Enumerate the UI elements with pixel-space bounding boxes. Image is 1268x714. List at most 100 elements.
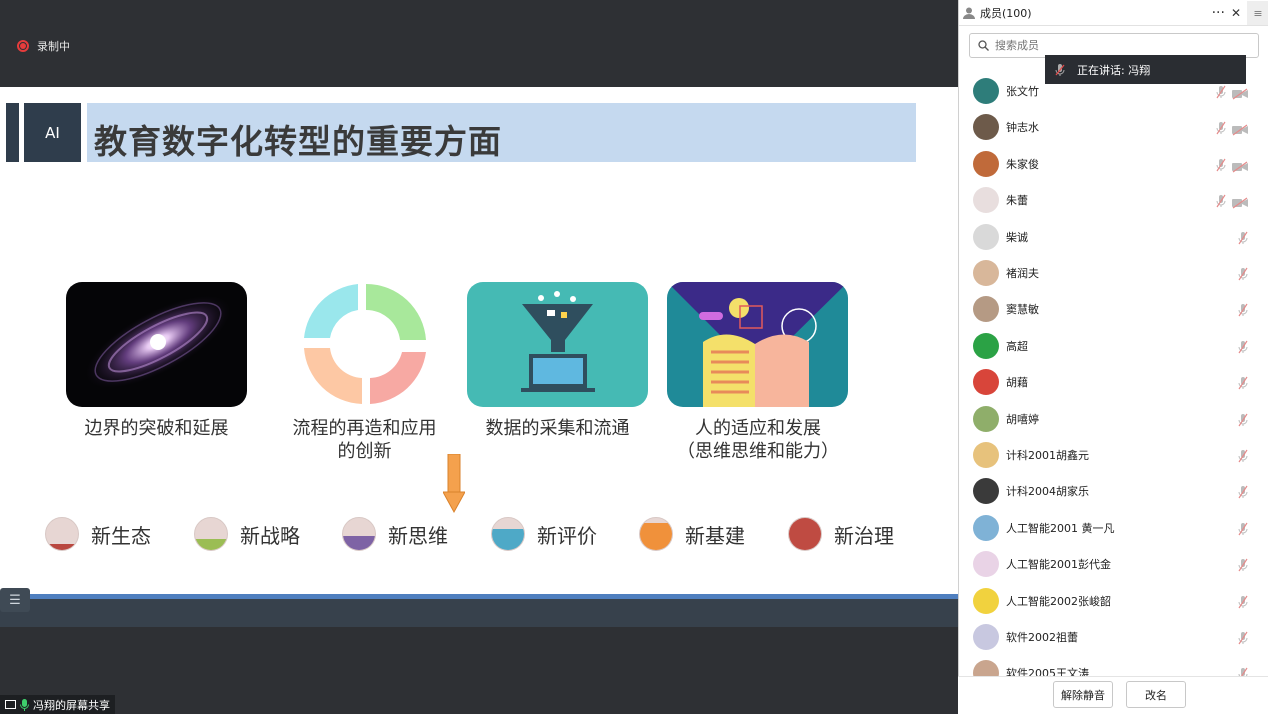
member-name: 软件2002祖蕾 <box>1006 631 1078 644</box>
pill-ball <box>194 517 228 551</box>
mic-muted-icon[interactable] <box>1236 521 1250 536</box>
member-list[interactable]: 张文竹钟志水朱家俊朱蕾柴诚 褚润夫 窦慧敏 高超胡藉胡嘻婷计科2001胡鑫元计科200… <box>958 73 1268 676</box>
member-row[interactable]: 柴诚 <box>958 219 1268 255</box>
camera-off-icon[interactable] <box>1232 194 1248 209</box>
card-caption-3: 数据的采集和流通 <box>467 417 648 440</box>
pill-item: 新基建 <box>639 517 745 551</box>
member-name: 人工智能2001彭代金 <box>1006 558 1111 572</box>
mic-muted-icon[interactable] <box>1236 484 1250 499</box>
avatar <box>973 369 999 396</box>
more-icon[interactable]: ··· <box>1212 5 1225 21</box>
avatar <box>973 660 999 676</box>
mic-muted-icon[interactable] <box>1214 157 1228 172</box>
mic-muted-icon[interactable] <box>1214 84 1228 99</box>
avatar <box>973 551 999 578</box>
member-row[interactable]: 钟志水 <box>958 109 1268 145</box>
close-icon[interactable]: ✕ <box>1231 6 1241 20</box>
avatar <box>973 332 999 359</box>
member-name: 钟志水 <box>1006 121 1039 135</box>
member-row[interactable]: 计科2004胡家乐 <box>958 473 1268 509</box>
member-row[interactable]: 计科2001胡鑫元 <box>958 437 1268 473</box>
mic-icon <box>20 698 29 711</box>
hamburger-icon[interactable]: ≡ <box>1247 1 1268 25</box>
member-row[interactable]: 胡藉 <box>958 364 1268 400</box>
mic-muted-icon[interactable] <box>1236 339 1250 354</box>
mic-muted-icon[interactable] <box>1236 448 1250 463</box>
caption-line: （思维思维和能力） <box>677 441 839 462</box>
mic-muted-icon[interactable] <box>1236 266 1250 281</box>
camera-off-icon[interactable] <box>1232 158 1248 173</box>
avatar <box>973 587 999 614</box>
avatar <box>973 624 999 650</box>
mic-muted-icon[interactable] <box>1236 594 1250 608</box>
card-caption-2: 流程的再造和应用 的创新 <box>274 417 455 463</box>
caption-line: 边界的突破和延展 <box>84 418 229 439</box>
member-row[interactable]: 朱家俊 <box>958 146 1268 182</box>
pill-item: 新战略 <box>194 517 300 551</box>
pill-label: 新生态 <box>91 523 151 548</box>
mic-muted-icon[interactable] <box>1236 412 1250 426</box>
mic-muted-icon[interactable] <box>1236 666 1250 676</box>
mic-muted-icon[interactable] <box>1236 302 1250 317</box>
pill-fill <box>640 522 672 550</box>
members-panel-header: 成员(100) ··· ✕ ≡ <box>959 0 1268 26</box>
mic-muted-icon[interactable] <box>1236 230 1250 244</box>
member-name: 软件2005王文涛 <box>1006 667 1089 676</box>
mic-muted-icon[interactable] <box>1236 630 1250 645</box>
member-row[interactable]: 软件2005王文涛 <box>958 655 1268 676</box>
record-icon <box>17 40 29 52</box>
list-icon[interactable]: ☰ <box>0 588 30 612</box>
speaking-label: 正在讲话: 冯翔 <box>1077 63 1151 77</box>
pill-item: 新思维 <box>342 517 448 551</box>
member-row[interactable]: 软件2002祖蕾 <box>958 619 1268 655</box>
mic-muted-icon <box>1055 63 1065 76</box>
member-row[interactable]: 高超 <box>958 328 1268 364</box>
avatar <box>973 114 999 141</box>
member-name: 胡藉 <box>1006 376 1028 390</box>
pill-label: 新治理 <box>834 523 894 548</box>
mic-muted-icon[interactable] <box>1214 120 1228 135</box>
galaxy-image <box>66 282 247 407</box>
member-row[interactable]: 朱蕾 <box>958 182 1268 218</box>
card-caption-4: 人的适应和发展 （思维思维和能力） <box>663 417 853 463</box>
recording-label: 录制中 <box>37 40 70 53</box>
mic-muted-icon[interactable] <box>1214 193 1228 208</box>
cycle-arrows-image <box>274 282 455 407</box>
meeting-stage: 录制中 AI 教育数字化转型的重要方面 边界的突破和延展 流程的再造和应用 的创… <box>0 0 958 714</box>
member-row[interactable]: 窦慧敏 <box>958 291 1268 327</box>
pill-fill <box>343 535 375 550</box>
member-row[interactable]: 人工智能2001 黄一凡 <box>958 510 1268 546</box>
pill-ball <box>788 517 822 551</box>
pill-item: 新生态 <box>45 517 151 551</box>
unmute-button[interactable]: 解除静音 <box>1053 681 1113 708</box>
pill-fill <box>46 543 78 550</box>
screen-share-text: 冯翔的屏幕共享 <box>33 698 110 712</box>
data-funnel-image <box>467 282 648 407</box>
member-name: 朱蕾 <box>1006 194 1028 208</box>
rename-button[interactable]: 改名 <box>1126 681 1186 708</box>
open-book-image <box>667 282 848 407</box>
speaking-tooltip: 正在讲话: 冯翔 <box>1045 55 1246 84</box>
pill-ball <box>45 517 79 551</box>
member-name: 胡嘻婷 <box>1006 412 1039 426</box>
member-row[interactable]: 人工智能2001彭代金 <box>958 546 1268 582</box>
camera-off-icon[interactable] <box>1232 121 1248 136</box>
card-caption-1: 边界的突破和延展 <box>66 417 247 440</box>
member-row[interactable]: 褚润夫 <box>958 255 1268 291</box>
member-name: 计科2001胡鑫元 <box>1006 449 1089 462</box>
member-row[interactable]: 人工智能2002张峻韶 <box>958 583 1268 619</box>
member-name: 张文竹 <box>1006 85 1039 98</box>
member-name: 朱家俊 <box>1006 157 1039 171</box>
mic-muted-icon[interactable] <box>1236 375 1250 390</box>
avatar <box>973 78 999 104</box>
member-name: 人工智能2001 黄一凡 <box>1006 521 1115 535</box>
members-panel-title: 成员(100) <box>980 6 1032 20</box>
pill-item: 新治理 <box>788 517 894 551</box>
mic-muted-icon[interactable] <box>1236 557 1250 572</box>
avatar <box>973 442 999 468</box>
camera-off-icon[interactable] <box>1232 85 1248 100</box>
pill-fill <box>195 538 227 550</box>
avatar <box>973 187 999 214</box>
search-input[interactable] <box>995 39 1235 52</box>
member-row[interactable]: 胡嘻婷 <box>958 401 1268 437</box>
